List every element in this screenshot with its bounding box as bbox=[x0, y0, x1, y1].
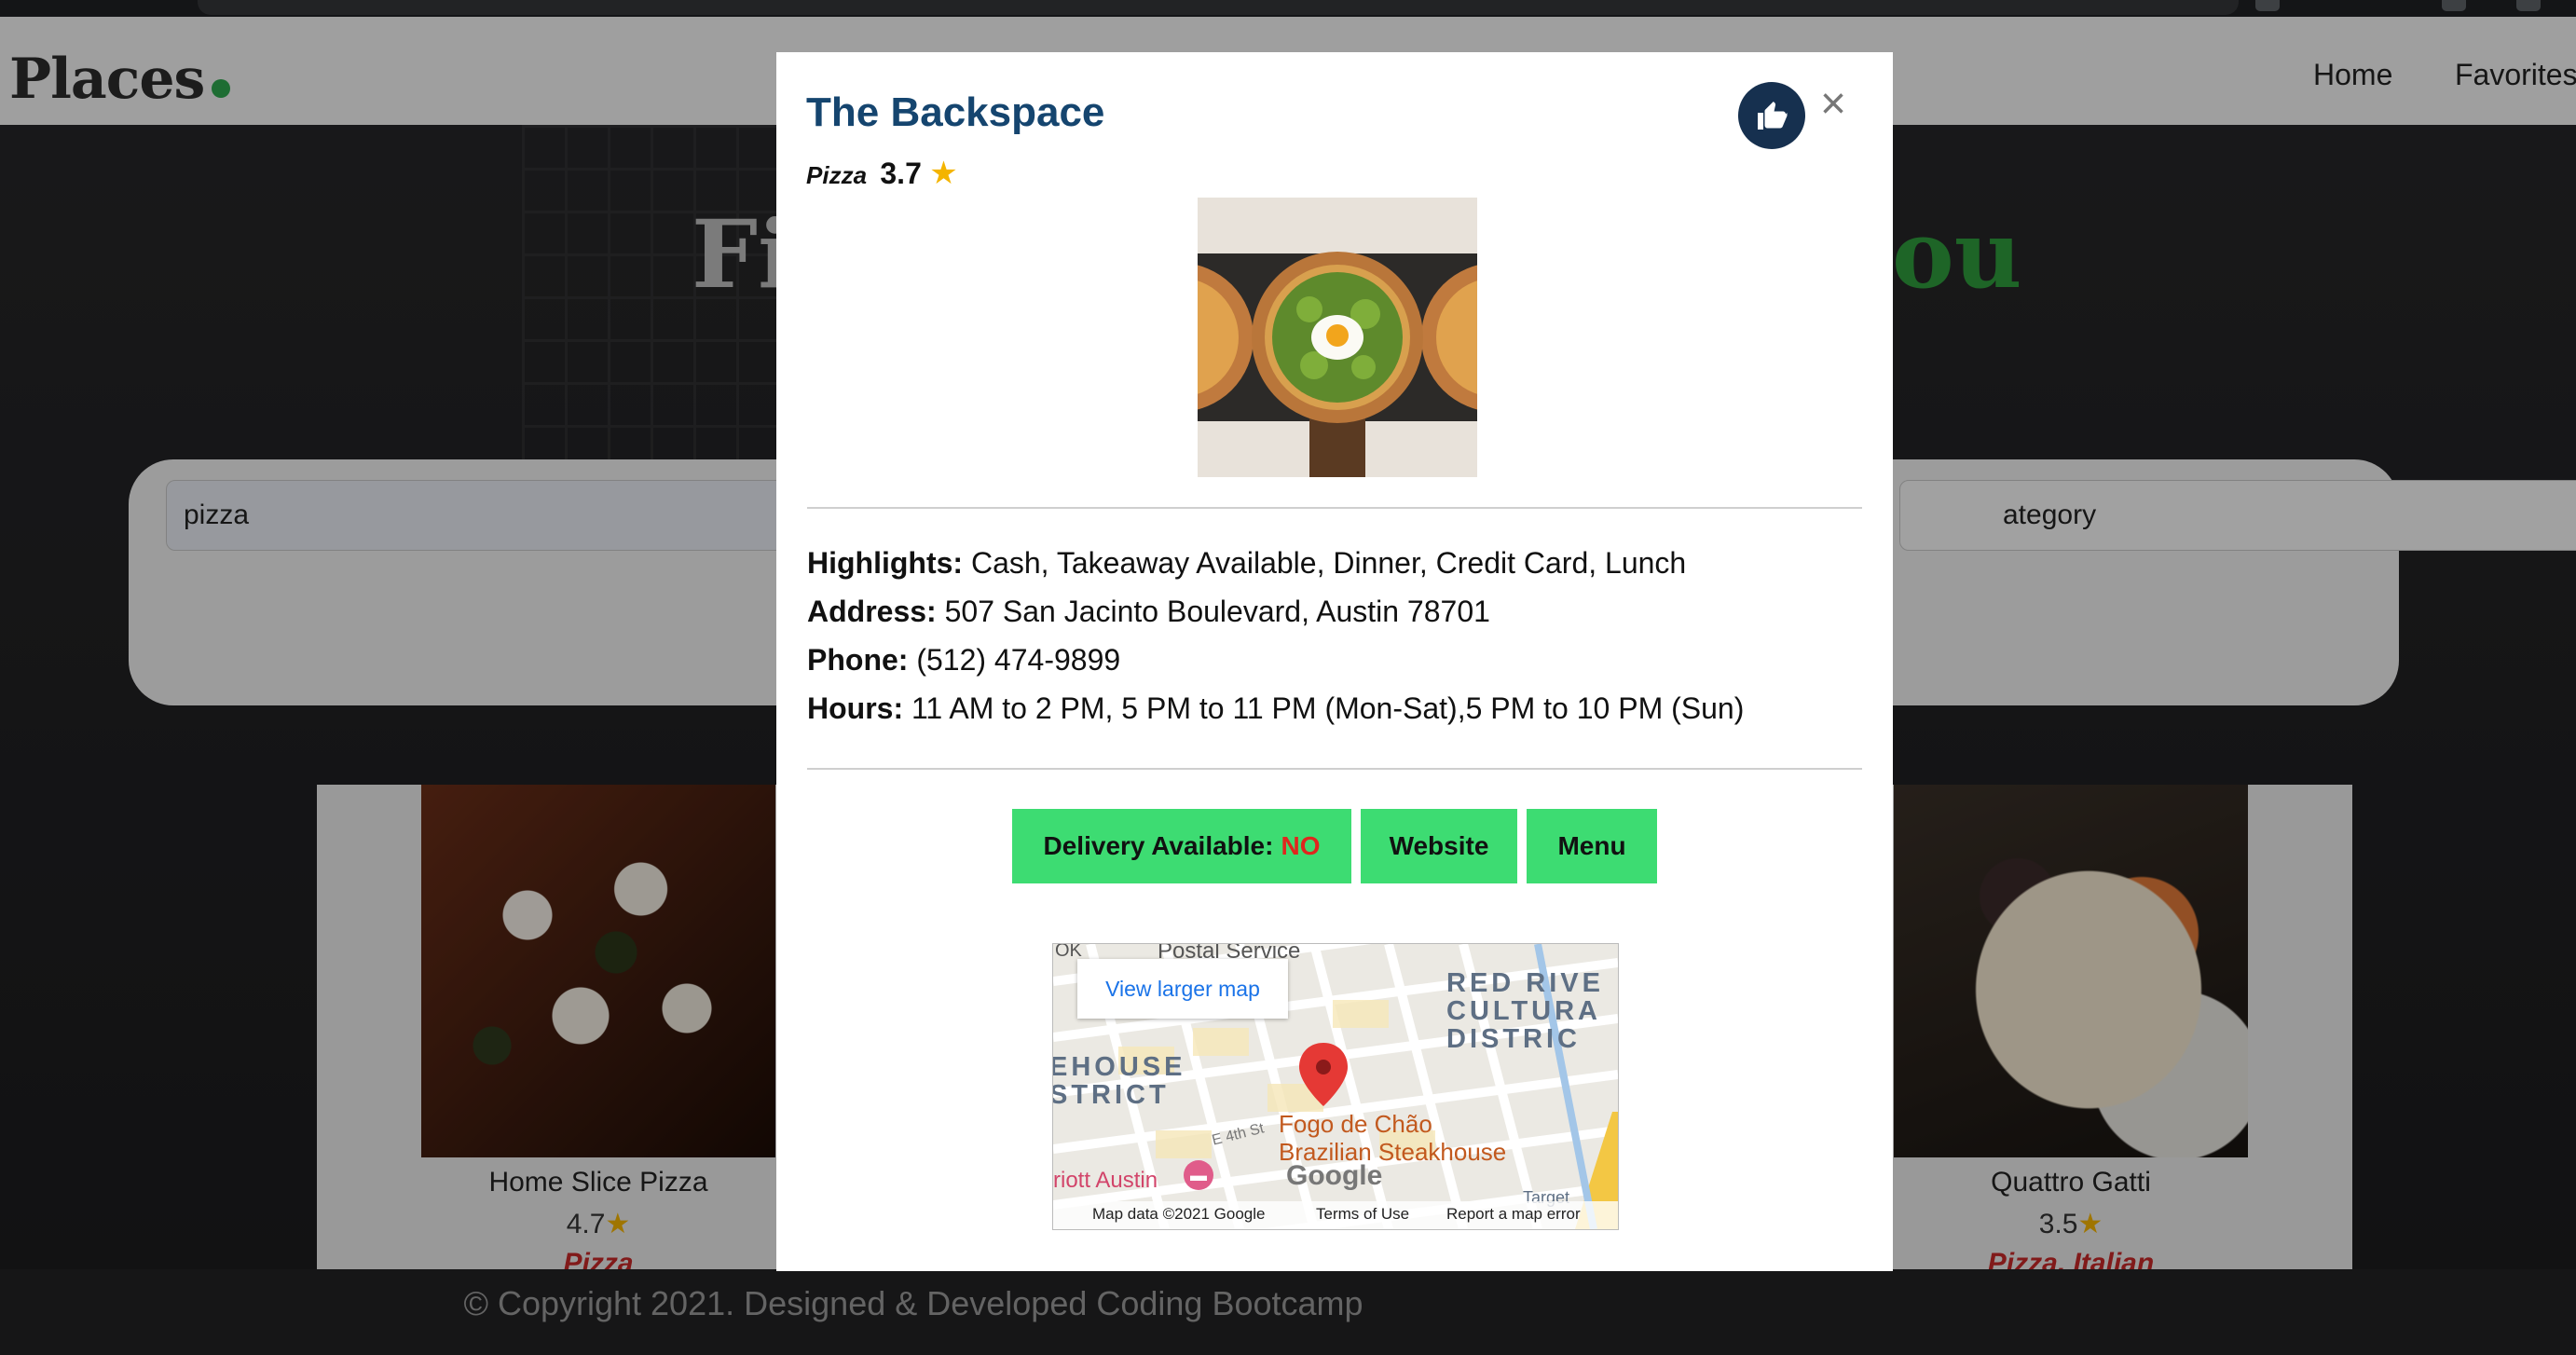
phone-label: Phone: bbox=[807, 643, 909, 677]
hours-row: Hours: 11 AM to 2 PM, 5 PM to 11 PM (Mon… bbox=[807, 691, 1870, 725]
modal-title: The Backspace bbox=[806, 89, 1105, 135]
location-map[interactable]: OK Postal Service View larger map RED RI… bbox=[1052, 943, 1619, 1230]
highlights-value: Cash, Takeaway Available, Dinner, Credit… bbox=[970, 546, 1687, 580]
delivery-label: Delivery Available: bbox=[1043, 831, 1274, 860]
like-button[interactable] bbox=[1738, 82, 1805, 149]
address-label: Address: bbox=[807, 595, 937, 628]
place-info: Highlights: Cash, Takeaway Available, Di… bbox=[807, 546, 1870, 740]
map-district-label: EHOUSE bbox=[1052, 1052, 1186, 1082]
modal-category: Pizza bbox=[806, 161, 868, 189]
view-larger-map-link[interactable]: View larger map bbox=[1077, 959, 1288, 1019]
divider bbox=[807, 507, 1862, 509]
hotel-icon: ▬ bbox=[1184, 1160, 1213, 1190]
hours-label: Hours: bbox=[807, 691, 904, 725]
website-button[interactable]: Website bbox=[1361, 809, 1517, 883]
delivery-button[interactable]: Delivery Available: NO bbox=[1012, 809, 1351, 883]
google-logo: Google bbox=[1286, 1160, 1383, 1191]
hours-value: 11 AM to 2 PM, 5 PM to 11 PM (Mon-Sat),5… bbox=[911, 691, 1745, 725]
map-hotel-label: riott Austin bbox=[1053, 1168, 1158, 1193]
phone-row: Phone: (512) 474-9899 bbox=[807, 643, 1870, 677]
map-poi-label: Fogo de Chão Brazilian Steakhouse bbox=[1279, 1110, 1506, 1166]
poi-line: Fogo de Chão bbox=[1279, 1110, 1432, 1138]
address-row: Address: 507 San Jacinto Boulevard, Aust… bbox=[807, 595, 1870, 628]
delivery-status: NO bbox=[1281, 831, 1321, 860]
terms-link[interactable]: Terms of Use bbox=[1316, 1205, 1409, 1224]
divider bbox=[807, 768, 1862, 770]
place-detail-modal: The Backspace Pizza 3.7 ★ × Highlights: … bbox=[776, 52, 1893, 1271]
phone-value: (512) 474-9899 bbox=[916, 643, 1121, 677]
address-value: 507 San Jacinto Boulevard, Austin 78701 bbox=[944, 595, 1490, 628]
place-photo bbox=[1198, 198, 1477, 477]
report-map-error-link[interactable]: Report a map error bbox=[1446, 1205, 1581, 1224]
map-district-label: STRICT bbox=[1052, 1080, 1170, 1110]
pizza-photo bbox=[1198, 198, 1477, 477]
highlights-label: Highlights: bbox=[807, 546, 964, 580]
map-data-credit: Map data ©2021 Google bbox=[1092, 1205, 1266, 1223]
map-district-label: RED RIVE bbox=[1446, 968, 1604, 998]
modal-rating: 3.7 bbox=[880, 157, 922, 190]
highlights-row: Highlights: Cash, Takeaway Available, Di… bbox=[807, 546, 1870, 580]
menu-button[interactable]: Menu bbox=[1527, 809, 1657, 883]
map-attribution-bar: Map data ©2021 Google Terms of Use Repor… bbox=[1053, 1201, 1618, 1229]
star-icon: ★ bbox=[929, 156, 958, 191]
map-district-label: CULTURA bbox=[1446, 996, 1601, 1026]
modal-subtitle: Pizza 3.7 ★ bbox=[806, 155, 958, 192]
close-button[interactable]: × bbox=[1820, 82, 1846, 127]
map-district-label: DISTRIC bbox=[1446, 1024, 1581, 1054]
thumbs-up-icon bbox=[1758, 102, 1788, 130]
